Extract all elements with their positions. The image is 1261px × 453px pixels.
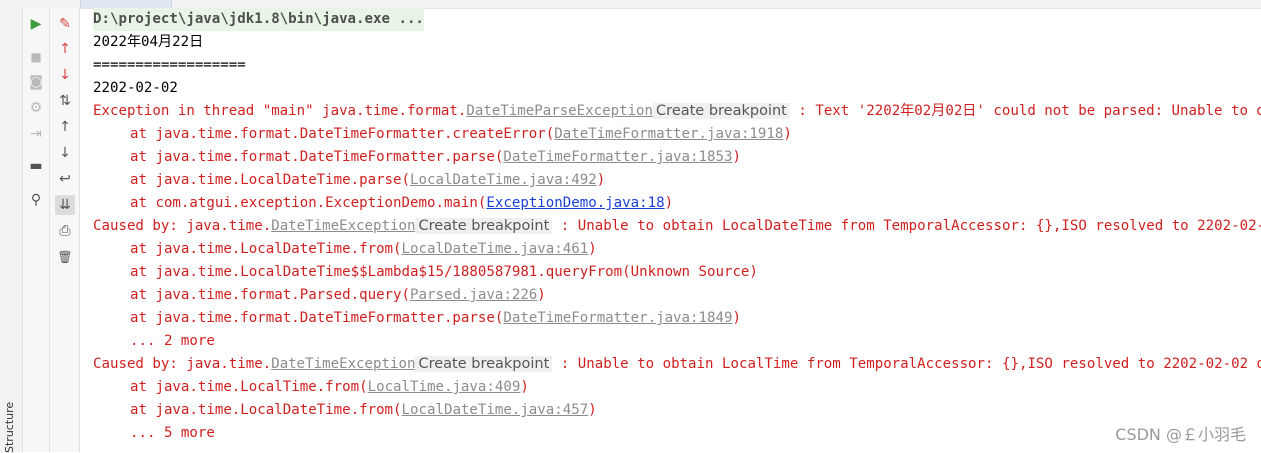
source-link[interactable]: LocalDateTime.java:492 xyxy=(410,172,597,188)
source-link[interactable]: DateTimeFormatter.java:1849 xyxy=(503,310,732,326)
caused-by-prefix: Caused by: java.time. xyxy=(93,218,272,234)
soft-wrap-icon[interactable]: ↩ xyxy=(55,169,75,189)
output-line: 2022年04月22日 xyxy=(93,34,204,50)
frame-text: at java.time.LocalDateTime.from( xyxy=(130,402,402,418)
run-toolbar-left: ▶ ■ ◙ ⚙ ⇥ ▬ ⚲ xyxy=(23,8,50,452)
frame-text: at java.time.LocalTime.from( xyxy=(130,379,368,395)
settings-icon[interactable]: ⚙ xyxy=(26,98,46,118)
caused-by-prefix: Caused by: java.time. xyxy=(93,356,272,372)
create-breakpoint-button[interactable]: Create breakpoint xyxy=(653,103,790,119)
down-arrow-icon[interactable]: ↓ xyxy=(55,65,75,85)
frame-text: at java.time.format.Parsed.query( xyxy=(130,287,411,303)
source-link[interactable]: DateTimeFormatter.java:1853 xyxy=(503,149,732,165)
frame-text: ) xyxy=(732,310,741,326)
console-output[interactable]: D:\project\java\jdk1.8\bin\java.exe ... … xyxy=(80,8,1261,452)
stack-frame: at java.time.LocalTime.from(LocalTime.ja… xyxy=(93,376,529,399)
exception-line: Exception in thread "main" java.time.for… xyxy=(93,100,1261,123)
frame-text: ) xyxy=(664,195,674,211)
frame-text: ) xyxy=(588,402,597,418)
caused-by-line: Caused by: java.time.DateTimeException Cr… xyxy=(93,215,1261,238)
source-link[interactable]: LocalDateTime.java:457 xyxy=(402,402,589,418)
frame-text: ) xyxy=(588,241,597,257)
up-arrow-icon[interactable]: ↑ xyxy=(55,39,75,59)
caused-by-line: Caused by: java.time.DateTimeException Cr… xyxy=(93,353,1261,376)
source-link[interactable]: LocalDateTime.java:461 xyxy=(402,241,589,257)
frame-text: ) xyxy=(537,287,546,303)
frame-text: at java.time.LocalDateTime.parse( xyxy=(130,172,411,188)
exit-icon[interactable]: ⇥ xyxy=(26,124,46,144)
exception-class-link[interactable]: DateTimeParseException xyxy=(466,103,653,119)
frame-text: at java.time.format.DateTimeFormatter.pa… xyxy=(130,310,504,326)
stack-frame: at com.atgui.exception.ExceptionDemo.mai… xyxy=(93,192,673,215)
exception-message: : Text '2202年02月02日' could not be parsed… xyxy=(798,103,1261,119)
sort-icon[interactable]: ⇅ xyxy=(55,91,75,111)
stack-frame: at java.time.format.DateTimeFormatter.pa… xyxy=(93,307,741,330)
output-line: ================== xyxy=(93,57,246,73)
up-icon[interactable]: ↑ xyxy=(55,117,75,137)
exception-message: : Unable to obtain LocalTime from Tempor… xyxy=(560,356,1261,372)
stack-frame: at java.time.format.DateTimeFormatter.pa… xyxy=(93,146,741,169)
stop-icon[interactable]: ■ xyxy=(26,47,46,67)
frame-text: at java.time.LocalDateTime.from( xyxy=(130,241,402,257)
run-tab[interactable] xyxy=(80,0,172,8)
source-link[interactable]: LocalTime.java:409 xyxy=(368,379,521,395)
frame-text: ) xyxy=(520,379,529,395)
print-icon[interactable]: ⎙ xyxy=(55,221,75,241)
more-frames-toggle[interactable]: ... 5 more xyxy=(93,422,215,445)
scroll-to-end-icon[interactable]: ⇊ xyxy=(55,195,75,215)
more-frames-toggle[interactable]: ... 2 more xyxy=(93,330,215,353)
down-icon[interactable]: ↓ xyxy=(55,143,75,163)
edit-icon[interactable]: ✎ xyxy=(55,14,75,34)
camera-icon[interactable]: ◙ xyxy=(26,72,46,92)
stack-frame: at java.time.LocalDateTime.from(LocalDat… xyxy=(93,238,597,261)
source-link-user-code[interactable]: ExceptionDemo.java:18 xyxy=(486,195,664,211)
rerun-icon[interactable]: ▶ xyxy=(26,14,46,34)
stack-frame: at java.time.LocalDateTime.parse(LocalDa… xyxy=(93,169,605,192)
source-link[interactable]: Parsed.java:226 xyxy=(410,287,537,303)
exception-prefix: Exception in thread "main" java.time.for… xyxy=(93,103,467,119)
run-toolbar-right: ✎ ↑ ↓ ⇅ ↑ ↓ ↩ ⇊ ⎙ 🗑 xyxy=(50,8,80,452)
stack-frame: at java.time.LocalDateTime.from(LocalDat… xyxy=(93,399,597,422)
frame-text: ) xyxy=(596,172,606,188)
csdn-watermark: CSDN @￡小羽毛 xyxy=(1115,425,1246,444)
create-breakpoint-button[interactable]: Create breakpoint xyxy=(415,356,553,372)
exception-message: : Unable to obtain LocalDateTime from Te… xyxy=(560,218,1261,234)
create-breakpoint-button[interactable]: Create breakpoint xyxy=(415,218,553,234)
frame-text: ) xyxy=(783,126,792,142)
exception-class-link[interactable]: DateTimeException xyxy=(271,218,415,234)
source-link[interactable]: DateTimeFormatter.java:1918 xyxy=(554,126,783,142)
structure-tool-button[interactable]: Structure xyxy=(3,402,16,453)
frame-text: at com.atgui.exception.ExceptionDemo.mai… xyxy=(130,195,487,211)
layout-icon[interactable]: ▬ xyxy=(26,156,46,176)
structure-side-strip: Structure xyxy=(0,8,23,453)
output-line: 2202-02-02 xyxy=(93,80,178,96)
stack-frame: at java.time.format.Parsed.query(Parsed.… xyxy=(93,284,546,307)
java-command-line[interactable]: D:\project\java\jdk1.8\bin\java.exe ... xyxy=(93,8,424,31)
frame-text: at java.time.format.DateTimeFormatter.cr… xyxy=(130,126,555,142)
stack-frame: at java.time.LocalDateTime$$Lambda$15/18… xyxy=(130,264,758,280)
frame-text: ) xyxy=(732,149,741,165)
pin-icon[interactable]: ⚲ xyxy=(26,190,46,210)
exception-class-link[interactable]: DateTimeException xyxy=(271,356,415,372)
trash-icon[interactable]: 🗑 xyxy=(55,247,75,267)
stack-frame: at java.time.format.DateTimeFormatter.cr… xyxy=(93,123,792,146)
frame-text: at java.time.format.DateTimeFormatter.pa… xyxy=(130,149,504,165)
